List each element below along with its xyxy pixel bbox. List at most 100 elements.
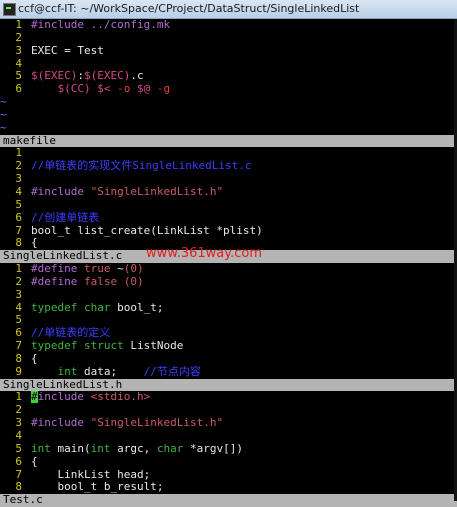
code-line[interactable]: 7 LinkList head; xyxy=(0,469,457,482)
editor-pane[interactable]: 1 #include <stdio.h> 2 3 #include "SingleLin… xyxy=(0,391,457,507)
code-token: <stdio.h> xyxy=(90,391,151,404)
editor-pane[interactable]: 1 #include ../config.mk 2 3 EXEC = Test 4 5 $(E… xyxy=(0,19,457,148)
line-number: 4 xyxy=(15,57,22,70)
code-line[interactable]: 5 int main(int argc, char *argv[]) xyxy=(0,443,457,456)
code-token: LinkList head; xyxy=(31,468,151,481)
code-token: argc, xyxy=(110,442,157,455)
text-cursor: # xyxy=(31,391,38,404)
title-bar[interactable]: ccf@ccf-IT: ~/WorkSpace/CProject/DataStr… xyxy=(0,0,457,19)
line-number: 2 xyxy=(15,275,22,288)
code-line[interactable]: 6 //创建单链表 xyxy=(0,212,457,225)
line-number: 7 xyxy=(15,468,22,481)
code-token: -o xyxy=(117,83,131,96)
code-token: //创建单链表 xyxy=(31,211,100,224)
code-token: struct xyxy=(83,340,124,353)
code-line[interactable]: 8{ xyxy=(0,353,457,366)
line-number: 5 xyxy=(15,442,22,455)
code-token: *argv[]) xyxy=(183,442,243,455)
status-line: makefile xyxy=(0,134,457,148)
line-number: 9 xyxy=(15,365,22,378)
line-number: 6 xyxy=(15,455,22,468)
terminal-icon xyxy=(3,3,16,16)
code-line[interactable]: 4 xyxy=(0,430,457,443)
line-number: 4 xyxy=(15,301,22,314)
line-number: 5 xyxy=(15,70,22,83)
line-number: 3 xyxy=(15,417,22,430)
code-line[interactable]: 6{ xyxy=(0,456,457,469)
code-token: "SingleLinkedList.h" xyxy=(90,417,224,430)
code-token: EXEC = Test xyxy=(31,44,104,57)
code-line[interactable]: 7 typedef struct ListNode xyxy=(0,340,457,353)
code-line[interactable]: 4 #include "SingleLinkedList.h" xyxy=(0,186,457,199)
code-line[interactable]: 5 xyxy=(0,314,457,327)
code-line[interactable]: 3 #include "SingleLinkedList.h" xyxy=(0,417,457,430)
code-line[interactable]: 3 xyxy=(0,289,457,302)
code-line[interactable]: 2 xyxy=(0,404,457,417)
code-token: { xyxy=(31,455,38,468)
code-line[interactable]: 3 xyxy=(0,173,457,186)
line-number: 1 xyxy=(15,263,22,276)
line-number: 6 xyxy=(15,327,22,340)
line-number: 7 xyxy=(15,340,22,353)
editor-pane[interactable]: 1 #define true ~(0) 2 #define false (0) 3 4 ty… xyxy=(0,263,457,392)
code-line[interactable]: 2 xyxy=(0,32,457,45)
code-token: data; xyxy=(77,365,144,378)
code-token: $@ xyxy=(137,83,151,96)
code-line[interactable]: 4 xyxy=(0,58,457,71)
code-line[interactable]: 6 //单链表的定义 xyxy=(0,327,457,340)
code-token: bool_t; xyxy=(110,301,164,314)
line-number: 2 xyxy=(15,31,22,44)
code-line[interactable]: 1 #include ../config.mk xyxy=(0,19,457,32)
code-token: include xyxy=(37,391,91,404)
code-token: #include xyxy=(31,185,91,198)
line-number: 3 xyxy=(15,288,22,301)
line-number: 6 xyxy=(15,211,22,224)
code-line[interactable]: 6 $(CC) $< -o $@ -g xyxy=(0,83,457,96)
code-token: main( xyxy=(50,442,91,455)
code-line[interactable]: 5 $(EXEC):$(EXEC).c xyxy=(0,70,457,83)
code-token: ListNode xyxy=(123,340,184,353)
empty-line-marker: ~ xyxy=(0,96,7,109)
code-line[interactable]: 1 #include <stdio.h> xyxy=(0,391,457,404)
code-token: #define xyxy=(31,263,84,276)
code-token: $< xyxy=(97,83,111,96)
code-token: : xyxy=(77,70,84,83)
empty-line-marker: ~ xyxy=(0,121,7,134)
code-line[interactable]: 9 int data; //节点内容 xyxy=(0,366,457,379)
line-number: 2 xyxy=(15,404,22,417)
code-token: { xyxy=(31,352,38,365)
line-number: 1 xyxy=(15,391,22,404)
code-token: (0) xyxy=(123,275,144,288)
status-line: SingleLinkedList.h xyxy=(0,378,457,392)
line-number: 2 xyxy=(15,160,22,173)
code-token: //单链表的定义 xyxy=(31,327,111,340)
code-token: #include ../config.mk xyxy=(31,19,171,31)
code-token: typedef xyxy=(31,340,78,353)
code-token: char xyxy=(156,442,184,455)
line-number: 5 xyxy=(15,314,22,327)
code-line[interactable]: 3 EXEC = Test xyxy=(0,45,457,58)
code-token: bool_t b_result; xyxy=(31,481,164,494)
code-token: $(EXEC) xyxy=(31,70,78,83)
code-token: #include xyxy=(31,417,91,430)
code-line[interactable]: 8 bool_t b_result; xyxy=(0,481,457,494)
code-line[interactable]: 7 bool_t list_create(LinkList *plist) xyxy=(0,225,457,238)
line-number: 1 xyxy=(15,147,22,160)
code-token: (0) xyxy=(123,263,144,276)
code-line[interactable]: 1 #define true ~(0) xyxy=(0,263,457,276)
watermark: www.361way.com xyxy=(146,246,262,261)
code-line[interactable]: 4 typedef char bool_t; xyxy=(0,302,457,315)
line-number: 4 xyxy=(15,185,22,198)
code-line[interactable]: 2 #define false (0) xyxy=(0,276,457,289)
code-token: -g xyxy=(156,83,171,96)
code-token: char xyxy=(83,301,111,314)
code-line[interactable]: 2 //单链表的实现文件SingleLinkedList.c xyxy=(0,160,457,173)
code-line[interactable]: 1 xyxy=(0,147,457,160)
code-token: //单链表的实现文件SingleLinkedList.c xyxy=(31,160,252,173)
line-number: 3 xyxy=(15,173,22,186)
code-line[interactable]: 5 xyxy=(0,199,457,212)
